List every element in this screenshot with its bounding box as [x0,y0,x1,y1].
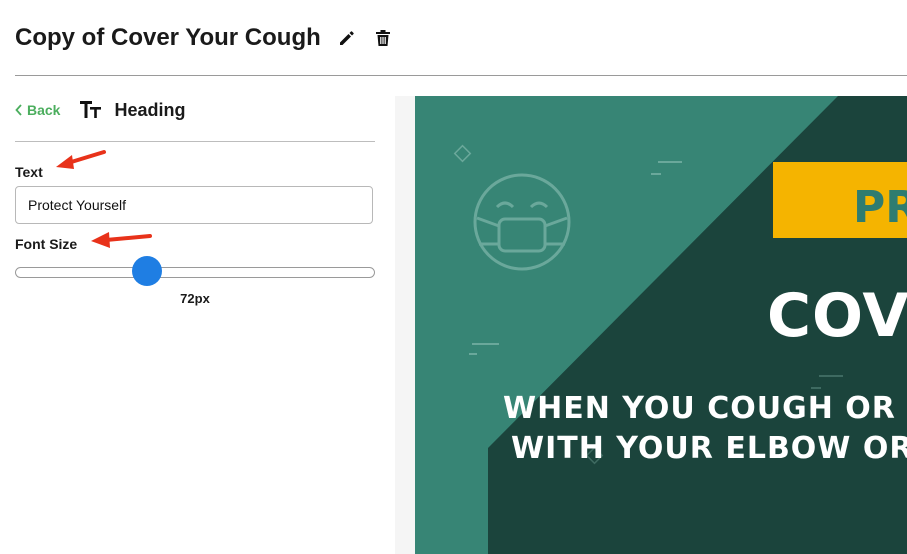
preview-gutter [395,96,415,554]
title-bar: Copy of Cover Your Cough [15,22,393,54]
font-size-label: Font Size [15,236,78,252]
annotation-arrow-icon [91,232,152,248]
header-divider [15,75,907,76]
poster-subline-2: WITH YOUR ELBOW OR A T [511,431,907,466]
font-size-slider[interactable] [15,256,375,288]
poster-headline: COVE [767,281,907,351]
annotation-arrow-icon [56,150,106,169]
back-label: Back [27,102,61,118]
edit-panel: Back Heading Text Font Size 72px [15,96,375,306]
poster-badge-text: PR [853,182,907,233]
poster-preview[interactable]: PR COVE WHEN YOU COUGH OR SNE WITH YOUR … [415,96,907,554]
back-button[interactable]: Back [15,102,60,118]
text-label: Text [15,164,43,180]
section-title: Heading [114,99,186,120]
heading-text-input[interactable] [15,186,373,224]
slider-thumb[interactable] [132,256,163,286]
font-size-value: 72px [180,291,210,306]
slider-track[interactable] [15,267,375,278]
poster-subline-1: WHEN YOU COUGH OR SNE [503,391,907,426]
page-title: Copy of Cover Your Cough [15,24,321,51]
panel-header: Back Heading [15,96,375,124]
pencil-icon[interactable] [337,28,357,48]
text-type-icon [80,101,102,119]
chevron-left-icon [15,104,22,116]
trash-icon[interactable] [373,28,393,48]
poster-canvas: PR COVE WHEN YOU COUGH OR SNE WITH YOUR … [415,96,907,554]
panel-divider [15,141,375,142]
